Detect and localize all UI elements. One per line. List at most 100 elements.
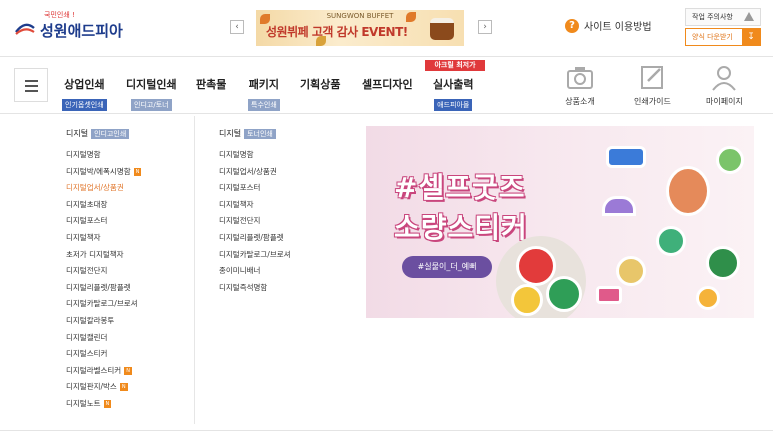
submenu-item[interactable]: 디지털전단지 [66, 265, 141, 282]
submenu-item[interactable]: 디지털업서/상품권 [66, 182, 141, 199]
submenu-heading-tag: 토너인쇄 [244, 129, 276, 139]
submenu-item-label: 디지털판지/박스 [66, 382, 117, 392]
submenu-item-label: 디지털책자 [219, 199, 254, 209]
submenu-item-label: 디지털카탈로그/브로셔 [66, 299, 138, 309]
util-product-intro[interactable]: 상품소개 [565, 64, 595, 107]
sticker-icon [511, 284, 543, 316]
sticker-icon [656, 226, 686, 256]
nav-self-design[interactable]: 셀프디자인 [362, 76, 413, 92]
hamburger-icon [25, 80, 38, 82]
submenu-item-label: 디지털리플렛/팜플렛 [66, 282, 131, 292]
divider [0, 430, 773, 431]
sticker-icon [596, 286, 622, 304]
column-divider [194, 116, 195, 424]
submenu-item[interactable]: 디지털카탈로그/브로셔 [66, 298, 141, 315]
submenu-item-label: 디지털책자 [66, 232, 101, 242]
work-notice-label: 작업 주의사항 [692, 13, 733, 21]
submenu-item-label: 디지털즉석명함 [219, 282, 268, 292]
submenu-item[interactable]: 초저가 디지털책자 [66, 249, 141, 266]
submenu-item-label: 디지털카탈로그/브로셔 [219, 249, 291, 259]
submenu-item[interactable]: 디지털명함 [66, 149, 141, 166]
util-print-guide[interactable]: 인쇄가이드 [634, 64, 671, 107]
submenu-heading-tag: 인디고인쇄 [91, 129, 130, 139]
submenu-item[interactable]: 디지털명함 [219, 149, 291, 166]
divider [0, 113, 773, 114]
warning-icon [744, 12, 754, 21]
camera-icon [565, 64, 595, 92]
submenu-item[interactable]: 디지털초대장 [66, 199, 141, 216]
submenu-item[interactable]: 디지털라벨스티커 N [66, 365, 141, 382]
new-badge: N [119, 383, 128, 392]
submenu-item-label: 디지털포스터 [219, 183, 261, 193]
submenu-heading: 디지털 인디고인쇄 [66, 128, 141, 139]
sticker-icon [706, 246, 740, 280]
submenu-item[interactable]: 디지털책자 [66, 232, 141, 249]
sticker-icon [546, 276, 582, 312]
nav-package[interactable]: 패키지 특수인쇄 [248, 76, 280, 111]
submenu-item-label: 디지털명함 [66, 150, 101, 159]
submenu-heading: 디지털 토너인쇄 [219, 128, 291, 139]
download-icon: ↧ [742, 29, 760, 45]
sticker-icon [602, 196, 636, 216]
submenu-item[interactable]: 디지털포스터 [219, 182, 291, 199]
submenu-item-label: 디지털리플렛/팜플렛 [219, 232, 284, 242]
util-label: 인쇄가이드 [634, 97, 671, 106]
promo-title-line1: #셀프굿즈 [394, 171, 526, 204]
logo-tagline: 국민인쇄 ! [44, 11, 75, 19]
banner-next-button[interactable]: › [478, 20, 492, 34]
submenu-item[interactable]: 디지털캘린더 [66, 332, 141, 349]
submenu-item[interactable]: 종이미니배너 [219, 265, 291, 282]
submenu-item[interactable]: 디지털리플렛/팜플렛 [66, 282, 141, 299]
submenu-item[interactable]: 디지털업서/상품권 [219, 166, 291, 183]
menu-toggle-button[interactable] [14, 68, 48, 102]
submenu-item[interactable]: 디지털박/에폭시명함 N [66, 166, 142, 183]
new-badge: N [103, 399, 112, 408]
event-banner[interactable]: SUNGWON BUFFET 성원뷔페 고객 감사 EVENT! [256, 10, 464, 46]
submenu-item[interactable]: 디지털책자 [219, 199, 291, 216]
acrylic-lowest-badge: 아크릴 최저가 [425, 60, 485, 71]
submenu-item-label: 종이미니배너 [219, 266, 261, 276]
banner-prev-button[interactable]: ‹ [230, 20, 244, 34]
submenu-item[interactable]: 디지털포스터 [66, 215, 141, 232]
new-badge: N [124, 366, 132, 375]
nav-label: 디지털인쇄 [126, 78, 177, 91]
submenu-item-label: 초저가 디지털책자 [66, 249, 124, 259]
submenu-item[interactable]: 디지털전단지 [219, 215, 291, 232]
submenu-list: 디지털명함 디지털업서/상품권디지털포스터디지털책자디지털전단지 디지털리플렛/팜플… [219, 149, 291, 298]
sticker-icon [696, 286, 720, 310]
submenu-item-label: 디지털박/에폭시명함 [66, 166, 131, 176]
nav-promo-goods[interactable]: 판촉물 [196, 76, 226, 92]
banner-headline: 성원뷔페 고객 감사 EVENT! [266, 25, 408, 39]
submenu-item[interactable]: 디지털노트 N [66, 398, 141, 415]
self-goods-sticker-banner[interactable]: #셀프굿즈 소량스티커 #실물이_더_예뻐 [366, 126, 754, 318]
util-my-page[interactable]: 마이페이지 [706, 64, 743, 107]
nav-label: 실사출력 [433, 78, 474, 91]
logo-mark-icon [15, 23, 35, 35]
site-guide-link[interactable]: ? 사이트 이용방법 [565, 18, 652, 33]
submenu-item[interactable]: 디지털카탈로그/브로셔 [219, 249, 291, 266]
edit-icon [637, 64, 667, 92]
template-download-button[interactable]: 양식 다운받기 ↧ [685, 28, 761, 46]
site-guide-label: 사이트 이용방법 [584, 22, 652, 33]
submenu-toner: 디지털 토너인쇄 디지털명함 디지털업서/상품권 디지털포스터 디지털책자 디지털전단지 디… [219, 128, 291, 298]
submenu-item[interactable]: 디지털판지/박스 N [66, 381, 141, 398]
nav-commercial-print[interactable]: 상업인쇄 인기옵셋인쇄 [62, 76, 107, 111]
sticker-icon [516, 246, 556, 286]
nav-digital-print[interactable]: 디지털인쇄 인디고/토너 [126, 76, 177, 111]
submenu-item-label: 디지털업서/상품권 [219, 166, 277, 176]
submenu-item-label: 디지털라벨스티커 [66, 365, 122, 375]
submenu-item[interactable]: 디지털리플렛/팜플렛 [219, 232, 291, 249]
work-notice-button[interactable]: 작업 주의사항 [685, 8, 761, 26]
submenu-heading-label: 디지털 [219, 129, 242, 138]
nav-large-format[interactable]: 실사출력 애드피아몰 [433, 76, 473, 111]
sticker-icon [616, 256, 646, 286]
nav-label: 패키지 [248, 78, 280, 91]
nav-planned-goods[interactable]: 기획상품 [300, 76, 340, 92]
submenu-item[interactable]: 디지털스티커 [66, 348, 141, 365]
logo-name: 성원애드피아 [40, 22, 123, 40]
nav-sub-badge: 인디고/토너 [131, 99, 172, 111]
submenu-item[interactable]: 디지털즉석명함 [219, 282, 291, 299]
submenu-item[interactable]: 디지털칼라봉투 [66, 315, 141, 332]
util-label: 상품소개 [565, 97, 595, 106]
nav-sub-badge: 애드피아몰 [434, 99, 473, 111]
